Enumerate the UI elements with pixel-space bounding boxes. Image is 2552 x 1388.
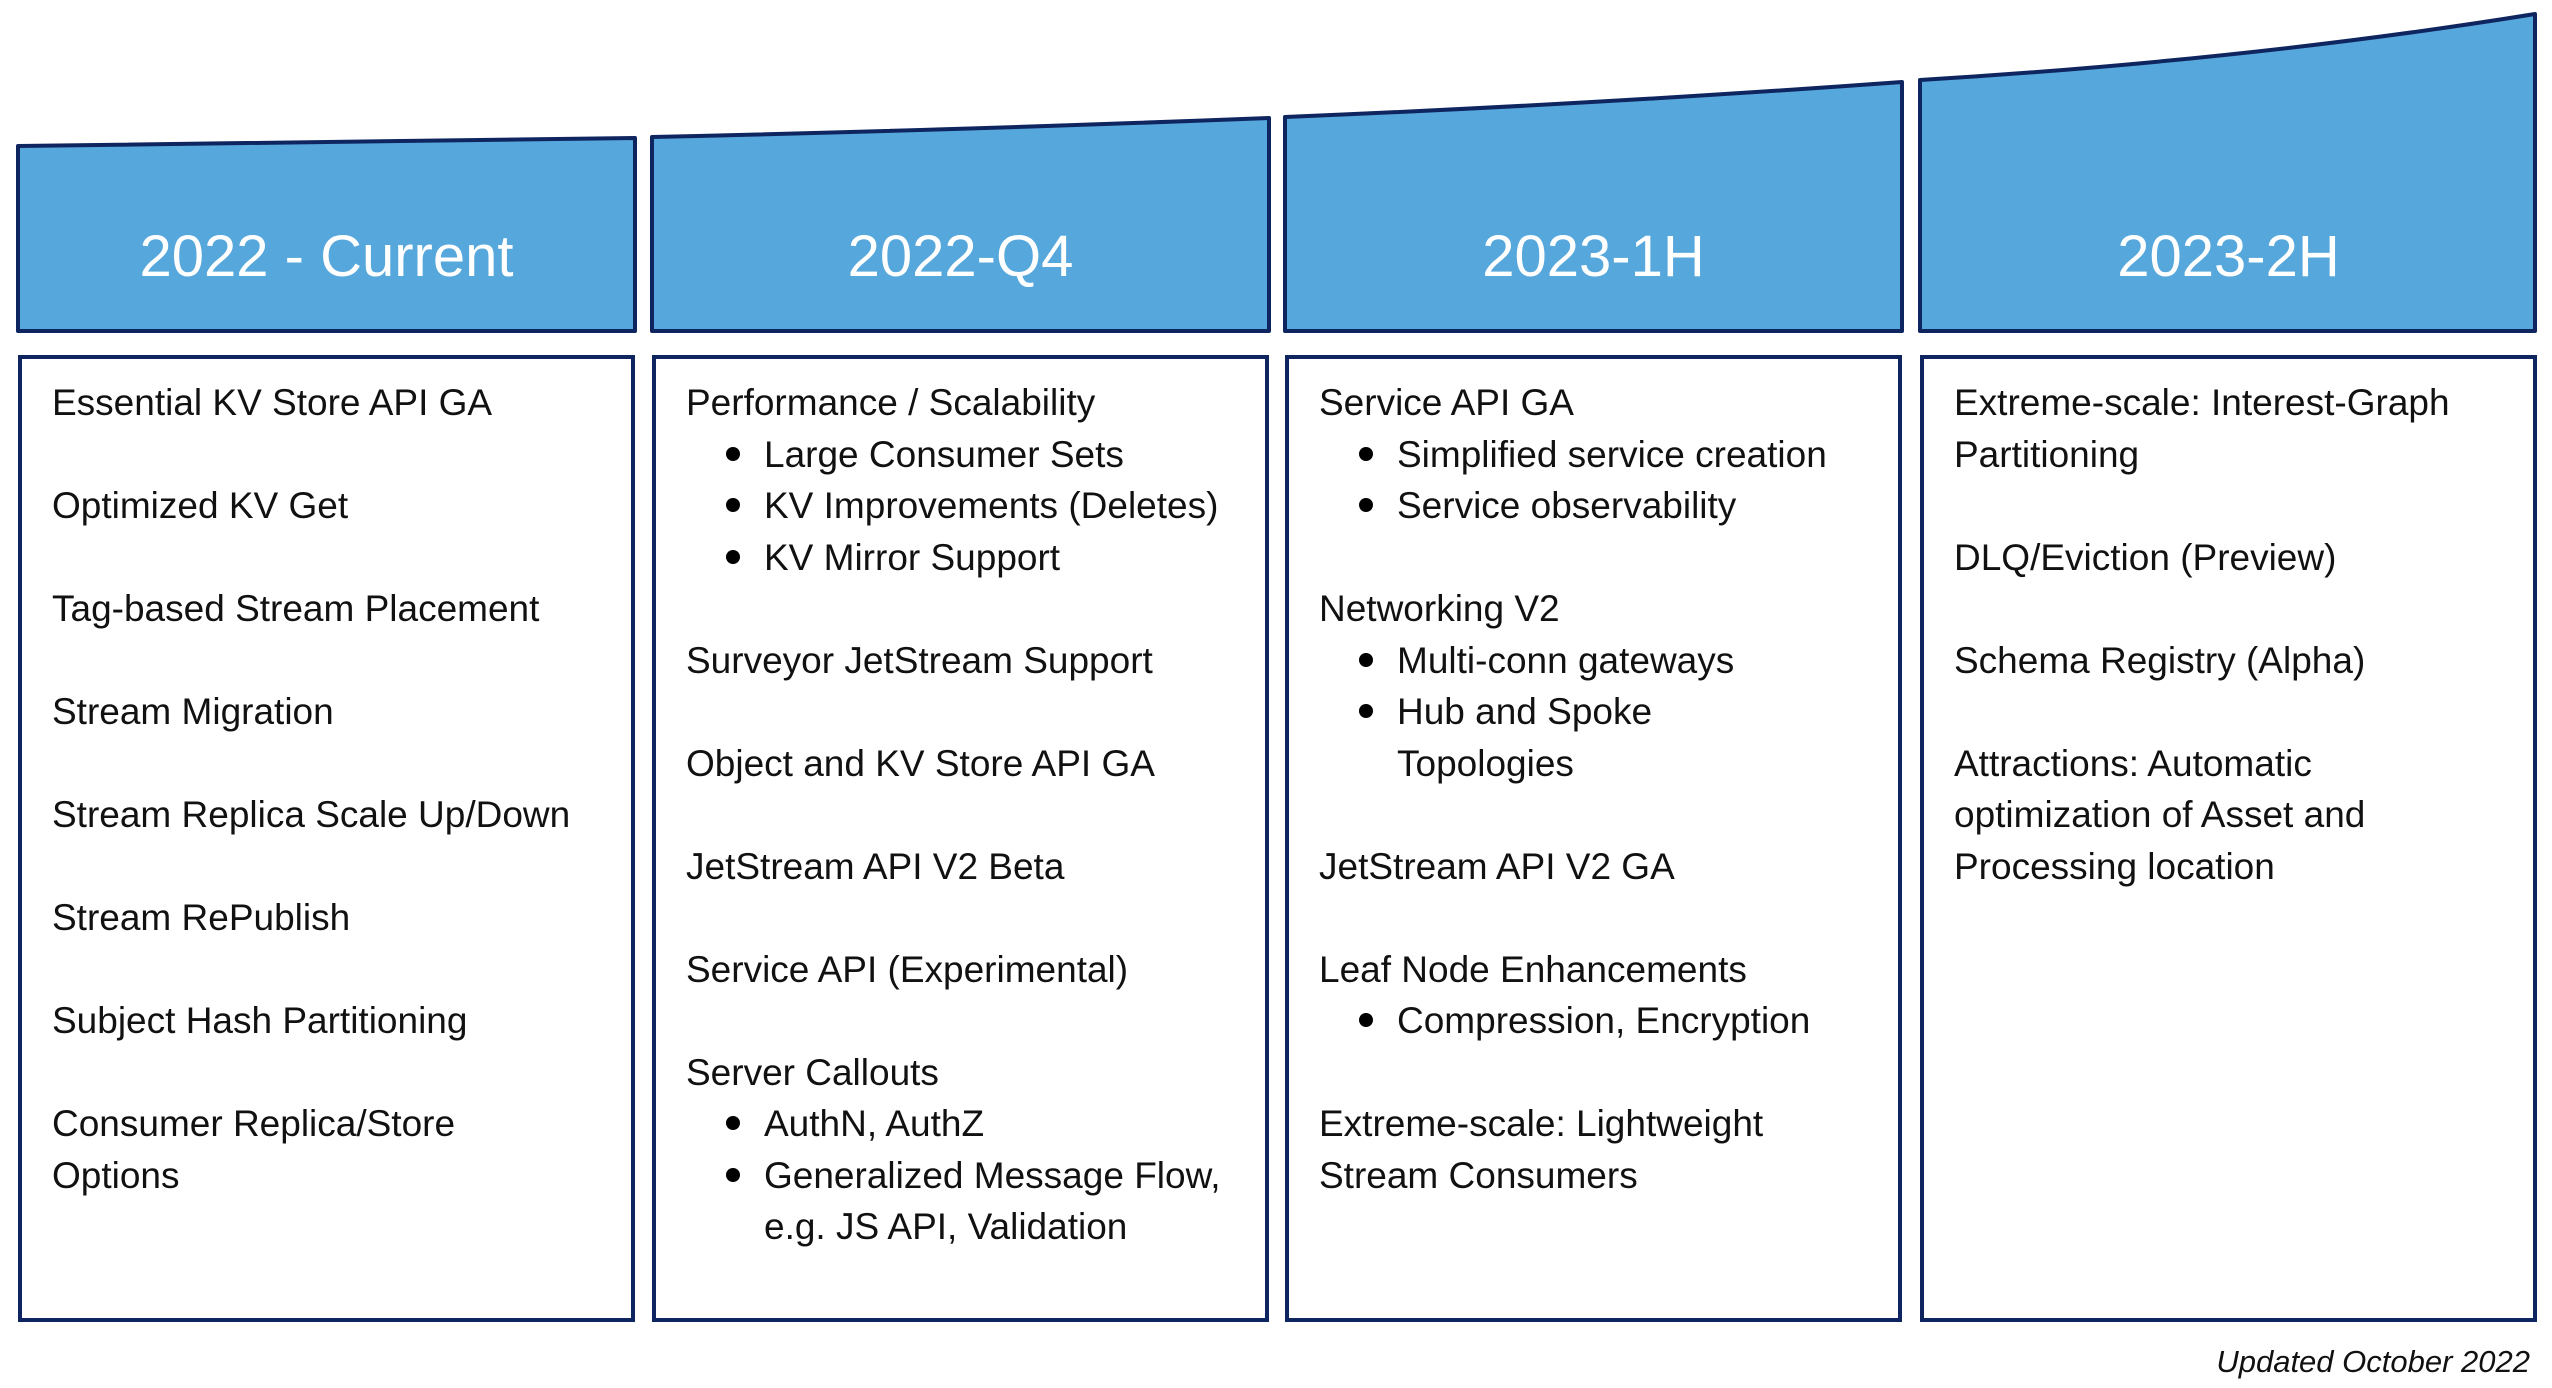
roadmap-item: Stream Replica Scale Up/Down [52, 789, 621, 841]
roadmap-subitem: Service observability [1319, 480, 1888, 532]
phase-title-2022-current: 2022 - Current [139, 224, 514, 289]
roadmap-item-text: Surveyor JetStream Support [686, 639, 1153, 681]
roadmap-subitem-text: Topologies [1397, 742, 1574, 784]
roadmap-item-text: JetStream API V2 Beta [686, 845, 1065, 887]
roadmap-item-text: Stream Consumers [1319, 1154, 1638, 1196]
roadmap-item-text: Leaf Node Enhancements [1319, 948, 1747, 990]
roadmap-item: Consumer Replica/Store Options [52, 1098, 621, 1201]
roadmap-item-text: Object and KV Store API GA [686, 742, 1155, 784]
roadmap-subitem: AuthN, AuthZ [686, 1098, 1255, 1150]
bullet-icon [726, 549, 740, 564]
roadmap-item-text: Server Callouts [686, 1051, 939, 1093]
roadmap-item: Performance / Scalability Large Consumer … [686, 377, 1255, 583]
roadmap-item: Stream RePublish [52, 892, 621, 944]
phase-box-2022-current: Essential KV Store API GA Optimized KV Ge… [18, 355, 635, 1322]
phase-content: Service API GA Simplified service creatio… [1319, 377, 1888, 1201]
roadmap-subitem: Large Consumer Sets [686, 429, 1255, 481]
bullet-icon [1359, 1013, 1373, 1027]
roadmap-item-text: Schema Registry (Alpha) [1954, 639, 2366, 681]
roadmap-item-text: Attractions: Automatic [1954, 742, 2312, 784]
roadmap-item-text: Stream Migration [52, 691, 334, 732]
phase-content: Essential KV Store API GA Optimized KV Ge… [52, 377, 621, 1201]
roadmap-subitem: Multi-conn gateways [1319, 635, 1888, 687]
roadmap-item: JetStream API V2 GA [1319, 841, 1888, 893]
bullet-icon [726, 1116, 740, 1130]
roadmap-item: Schema Registry (Alpha) [1954, 635, 2523, 687]
roadmap-subitem: Generalized Message Flow, e.g. JS API, Va… [686, 1150, 1255, 1253]
roadmap-item: Service API GA Simplified service creatio… [1319, 377, 1888, 532]
phase-box-2023-2h: Extreme-scale: Interest-Graph Partitionin… [1920, 355, 2537, 1322]
bullet-icon [1359, 704, 1373, 718]
roadmap-item-text: Networking V2 [1319, 588, 1560, 629]
phase-title-2023-1h: 2023-1H [1482, 224, 1705, 289]
roadmap-subitem-text: Hub and Spoke [1397, 691, 1653, 732]
phase-header-shape-3 [1283, 80, 1904, 333]
roadmap-subitem-text: KV Mirror Support [764, 536, 1061, 578]
roadmap-item-text: JetStream API V2 GA [1319, 845, 1675, 887]
roadmap-item-text: Options [52, 1154, 180, 1196]
roadmap-item-text: optimization of Asset and [1954, 794, 2366, 835]
roadmap-item-text: Consumer Replica/Store [52, 1103, 456, 1144]
roadmap-item-text: Partitioning [1954, 433, 2140, 475]
updated-date-note: Updated October 2022 [2216, 1344, 2530, 1379]
roadmap-subitem: KV Mirror Support [686, 532, 1255, 584]
roadmap-subitem-text: e.g. JS API, Validation [764, 1206, 1128, 1247]
roadmap-subitem-text: Simplified service creation [1397, 433, 1827, 475]
roadmap-item-text: Tag-based Stream Placement [52, 588, 540, 629]
roadmap-item-text: Essential KV Store API GA [52, 382, 493, 423]
roadmap-item-text: Optimized KV Get [52, 485, 349, 526]
roadmap-subitem: Compression, Encryption [1319, 995, 1888, 1047]
phase-content: Extreme-scale: Interest-Graph Partitionin… [1954, 377, 2523, 892]
roadmap-item: Object and KV Store API GA [686, 738, 1255, 790]
roadmap-subitem-text: Multi-conn gateways [1397, 639, 1735, 681]
phase-content: Performance / Scalability Large Consumer … [686, 377, 1255, 1253]
roadmap-item: Extreme-scale: Interest-Graph Partitionin… [1954, 377, 2523, 480]
phase-title-2022-q4: 2022-Q4 [847, 224, 1074, 289]
roadmap-item: DLQ/Eviction (Preview) [1954, 532, 2523, 584]
bullet-icon [1359, 446, 1373, 461]
roadmap-item-text: Processing location [1954, 845, 2275, 887]
roadmap-item-text: DLQ/Eviction (Preview) [1954, 536, 2337, 578]
roadmap-item: Tag-based Stream Placement [52, 583, 621, 635]
roadmap-subitem-text: Compression, Encryption [1397, 1000, 1811, 1041]
bullet-icon [1359, 652, 1373, 667]
bullet-icon [726, 498, 740, 512]
roadmap-item-text: Stream RePublish [52, 897, 351, 938]
bullet-icon [726, 1167, 740, 1182]
bullet-icon [726, 446, 740, 461]
roadmap-item: Optimized KV Get [52, 480, 621, 532]
roadmap-item: Leaf Node Enhancements Compression, Encry… [1319, 944, 1888, 1047]
phase-box-2023-1h: Service API GA Simplified service creatio… [1285, 355, 1902, 1322]
roadmap-item-text: Extreme-scale: Interest-Graph [1954, 382, 2450, 423]
roadmap-subitem: KV Improvements (Deletes) [686, 480, 1255, 532]
roadmap-subitem: Simplified service creation [1319, 429, 1888, 481]
phase-box-2022-q4: Performance / Scalability Large Consumer … [652, 355, 1269, 1322]
roadmap-item: Attractions: Automatic optimization of As… [1954, 738, 2523, 893]
roadmap-subitem-text: Generalized Message Flow, [764, 1154, 1221, 1196]
roadmap-item: Server Callouts AuthN, AuthZ Generalized M… [686, 1047, 1255, 1253]
phase-title-2023-2h: 2023-2H [2117, 224, 2340, 289]
roadmap-subitem-text: Service observability [1397, 485, 1737, 526]
roadmap-item: Networking V2 Multi-conn gateways Hub and … [1319, 583, 1888, 789]
bullet-icon [1359, 498, 1373, 512]
roadmap-subitem-text: KV Improvements (Deletes) [764, 485, 1219, 526]
roadmap-item: Subject Hash Partitioning [52, 995, 621, 1047]
roadmap-subitem: Hub and Spoke Topologies [1319, 686, 1888, 789]
roadmap-item: Service API (Experimental) [686, 944, 1255, 996]
roadmap-item-text: Service API (Experimental) [686, 948, 1129, 990]
roadmap-item-text: Stream Replica Scale Up/Down [52, 794, 571, 835]
roadmap-item-text: Extreme-scale: Lightweight [1319, 1103, 1764, 1144]
roadmap-subitem-text: AuthN, AuthZ [764, 1103, 985, 1144]
roadmap-item-text: Subject Hash Partitioning [52, 1000, 468, 1041]
roadmap-item: Surveyor JetStream Support [686, 635, 1255, 687]
roadmap-item-text: Service API GA [1319, 382, 1574, 423]
roadmap-item: Stream Migration [52, 686, 621, 738]
roadmap-item-text: Performance / Scalability [686, 382, 1096, 423]
roadmap-item: Essential KV Store API GA [52, 377, 621, 429]
roadmap-item: Extreme-scale: Lightweight Stream Consume… [1319, 1098, 1888, 1201]
roadmap-item: JetStream API V2 Beta [686, 841, 1255, 893]
roadmap-subitem-text: Large Consumer Sets [764, 433, 1124, 475]
